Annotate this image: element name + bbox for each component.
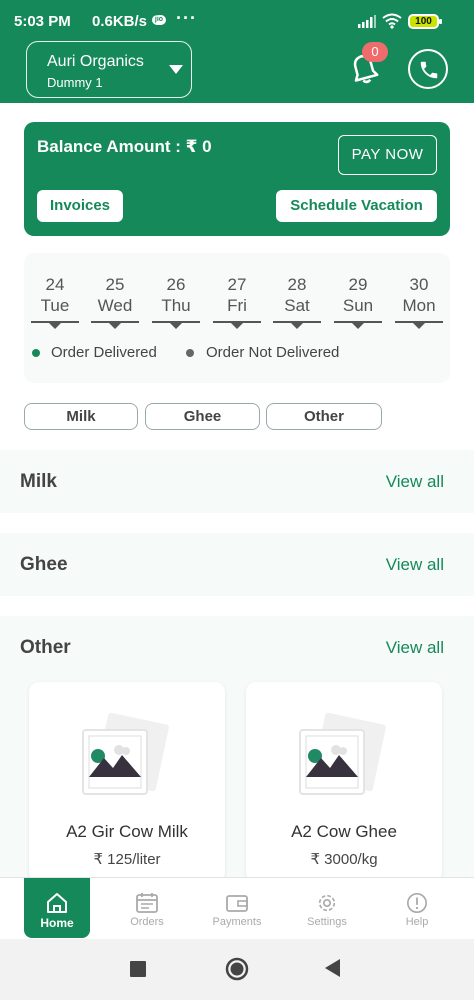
filter-chip-other[interactable]: Other bbox=[266, 403, 382, 430]
not-delivered-dot-icon bbox=[186, 349, 194, 357]
balance-card: Balance Amount : ₹ 0 PAY NOW Invoices Sc… bbox=[24, 122, 450, 236]
home-icon bbox=[47, 893, 67, 913]
help-icon bbox=[407, 893, 427, 913]
day-marker-icon bbox=[231, 323, 243, 329]
day-marker-icon bbox=[49, 323, 61, 329]
invoices-button[interactable]: Invoices bbox=[37, 190, 123, 222]
nav-label: Help bbox=[405, 916, 429, 928]
filter-chip-milk[interactable]: Milk bbox=[24, 403, 138, 430]
carrier-icon: jio bbox=[152, 15, 166, 25]
day-marker-icon bbox=[170, 323, 182, 329]
day-name: Thu bbox=[161, 296, 191, 315]
day-name: Fri bbox=[227, 296, 247, 315]
pay-now-button[interactable]: PAY NOW bbox=[338, 135, 437, 175]
store-subtitle: Dummy 1 bbox=[47, 75, 103, 90]
legend-not-delivered: Order Not Delivered bbox=[206, 344, 340, 361]
calendar-day[interactable]: 27 Fri bbox=[211, 275, 263, 329]
store-name: Auri Organics bbox=[47, 53, 144, 70]
nav-label: Home bbox=[40, 916, 74, 930]
product-card[interactable]: A2 Cow Ghee ₹ 3000/kg bbox=[246, 682, 442, 882]
nav-help[interactable]: Help bbox=[384, 878, 450, 938]
product-price: ₹ 125/liter bbox=[93, 851, 161, 868]
view-all-milk-link[interactable]: View all bbox=[386, 472, 444, 492]
status-time: 5:03 PM bbox=[14, 13, 71, 30]
product-card[interactable]: A2 Gir Cow Milk ₹ 125/liter bbox=[29, 682, 225, 882]
nav-orders[interactable]: Orders bbox=[114, 878, 180, 938]
section-title: Milk bbox=[20, 471, 57, 492]
nav-home[interactable]: Home bbox=[24, 878, 90, 938]
section-title: Other bbox=[20, 637, 71, 658]
day-number: 30 bbox=[409, 275, 429, 294]
bottom-navigation: Home Orders Payments Settings Help bbox=[0, 877, 474, 939]
day-number: 28 bbox=[287, 275, 307, 294]
gear-icon bbox=[318, 894, 336, 912]
home-circle-icon[interactable] bbox=[225, 957, 249, 981]
wallet-icon bbox=[226, 895, 248, 912]
section-title: Ghee bbox=[20, 554, 68, 575]
battery-icon: 100 bbox=[408, 14, 442, 29]
image-placeholder-icon bbox=[82, 712, 169, 795]
day-marker-icon bbox=[109, 323, 121, 329]
status-network-speed: 0.6KB/s bbox=[92, 13, 148, 30]
nav-settings[interactable]: Settings bbox=[294, 878, 360, 938]
wifi-icon bbox=[382, 13, 402, 29]
product-name: A2 Gir Cow Milk bbox=[66, 822, 188, 841]
store-selector[interactable]: Auri Organics Dummy 1 bbox=[26, 41, 192, 98]
app-header: 5:03 PM 0.6KB/s jio ··· 100 Auri Organic… bbox=[0, 0, 474, 103]
legend-delivered: Order Delivered bbox=[51, 344, 157, 361]
section-milk: Milk View all bbox=[0, 450, 474, 513]
image-placeholder-icon bbox=[299, 712, 386, 795]
day-marker-icon bbox=[352, 323, 364, 329]
calendar-day[interactable]: 29 Sun bbox=[332, 275, 384, 329]
calendar-day[interactable]: 24 Tue bbox=[29, 275, 81, 329]
delivered-dot-icon bbox=[32, 349, 40, 357]
battery-level: 100 bbox=[415, 16, 432, 27]
product-price: ₹ 3000/kg bbox=[310, 851, 378, 868]
nav-label: Orders bbox=[130, 916, 164, 928]
more-notifications-icon: ··· bbox=[176, 8, 197, 28]
nav-label: Payments bbox=[212, 916, 262, 928]
calendar-day[interactable]: 30 Mon bbox=[393, 275, 445, 329]
nav-payments[interactable]: Payments bbox=[204, 878, 270, 938]
view-all-ghee-link[interactable]: View all bbox=[386, 555, 444, 575]
day-number: 24 bbox=[45, 275, 65, 294]
day-name: Sun bbox=[342, 296, 374, 315]
day-number: 29 bbox=[348, 275, 368, 294]
status-bar: 5:03 PM 0.6KB/s jio ··· 100 bbox=[0, 0, 474, 40]
view-all-other-link[interactable]: View all bbox=[386, 638, 444, 658]
recents-icon[interactable] bbox=[130, 961, 146, 977]
delivery-calendar: 24 Tue 25 Wed 26 Thu 27 Fri 28 Sat 29 Su… bbox=[24, 253, 450, 383]
orders-icon bbox=[136, 893, 158, 913]
signal-icon bbox=[358, 15, 376, 28]
back-icon[interactable] bbox=[325, 959, 341, 977]
calendar-day[interactable]: 26 Thu bbox=[150, 275, 202, 329]
caret-down-icon bbox=[169, 65, 183, 74]
filter-chip-ghee[interactable]: Ghee bbox=[145, 403, 260, 430]
system-navigation-bar bbox=[0, 939, 474, 1000]
calendar-day[interactable]: 25 Wed bbox=[89, 275, 141, 329]
balance-amount: Balance Amount : ₹ 0 bbox=[37, 137, 212, 156]
day-name: Mon bbox=[402, 296, 436, 315]
day-marker-icon bbox=[291, 323, 303, 329]
notification-count-badge: 0 bbox=[362, 42, 388, 62]
call-button[interactable] bbox=[408, 49, 448, 89]
day-marker-icon bbox=[413, 323, 425, 329]
day-number: 27 bbox=[227, 275, 247, 294]
section-ghee: Ghee View all bbox=[0, 533, 474, 596]
day-name: Tue bbox=[40, 296, 70, 315]
day-number: 26 bbox=[166, 275, 186, 294]
product-name: A2 Cow Ghee bbox=[291, 822, 397, 841]
calendar-day[interactable]: 28 Sat bbox=[271, 275, 323, 329]
phone-icon bbox=[420, 61, 438, 79]
day-name: Wed bbox=[97, 296, 133, 315]
day-number: 25 bbox=[105, 275, 125, 294]
nav-label: Settings bbox=[307, 916, 347, 928]
day-name: Sat bbox=[284, 296, 310, 315]
schedule-vacation-button[interactable]: Schedule Vacation bbox=[276, 190, 437, 222]
